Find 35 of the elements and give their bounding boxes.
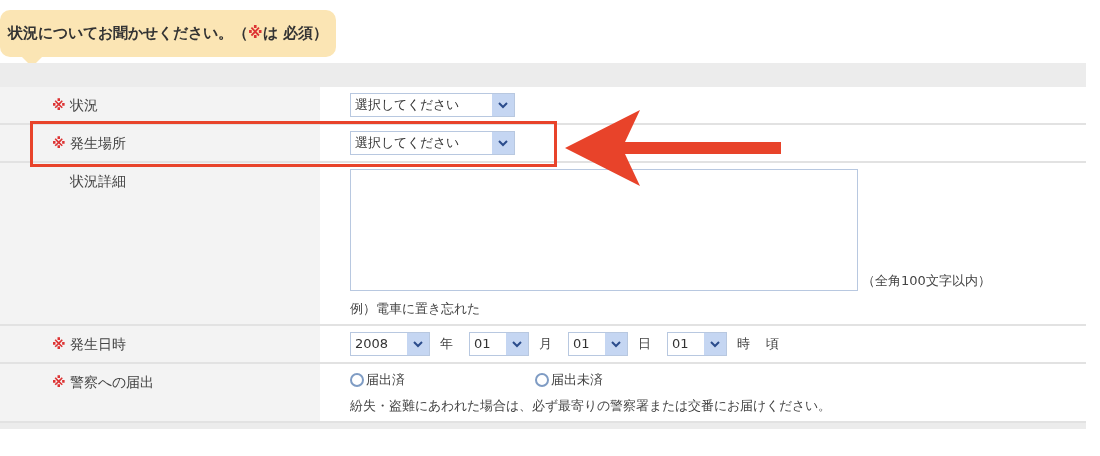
dropdown[interactable]: 01 [469, 332, 529, 356]
unit-label: 日 [638, 335, 651, 354]
unit-label: 時 [737, 335, 750, 354]
chevron-down-icon [605, 333, 627, 355]
details-textarea[interactable] [350, 168, 858, 291]
dropdown[interactable]: 01 [568, 332, 628, 356]
section-heading: 状況についてお聞かせください。（※は 必須） [8, 24, 328, 42]
unit-label: 年 [440, 335, 453, 354]
unit-label: 月 [539, 335, 552, 354]
field-label: 状況 [70, 95, 98, 115]
police-note: 紛失・盗難にあわれた場合は、必ず最寄りの警察署または交番にお届けください。 [350, 396, 832, 415]
char-limit-note: （全角100文字以内） [862, 272, 991, 290]
field-label: 状況詳細 [70, 171, 126, 191]
field-label: 警察への届出 [70, 373, 154, 392]
required-mark: ※ [52, 373, 66, 392]
suffix-label: 頃 [766, 335, 779, 354]
chevron-down-icon [407, 333, 429, 355]
required-mark: ※ [52, 335, 66, 354]
field-label: 発生日時 [70, 335, 126, 354]
radio-button[interactable] [535, 372, 549, 387]
example-text: 例）電車に置き忘れた [350, 299, 481, 318]
dropdown[interactable]: 選択してください [350, 92, 515, 117]
dropdown[interactable]: 2008 [350, 332, 430, 356]
chevron-down-icon [492, 131, 514, 154]
radio-option[interactable]: 届出済 [350, 370, 405, 390]
chevron-down-icon [492, 93, 514, 116]
chevron-down-icon [704, 333, 726, 355]
dropdown[interactable]: 01 [667, 332, 727, 356]
radio-button[interactable] [350, 372, 364, 387]
chevron-down-icon [506, 333, 528, 355]
field-label: 発生場所 [70, 133, 126, 153]
dropdown[interactable]: 選択してください [350, 130, 515, 155]
required-mark: ※ [52, 133, 66, 153]
radio-option[interactable]: 届出未済 [535, 370, 603, 390]
required-mark: ※ [52, 95, 66, 115]
